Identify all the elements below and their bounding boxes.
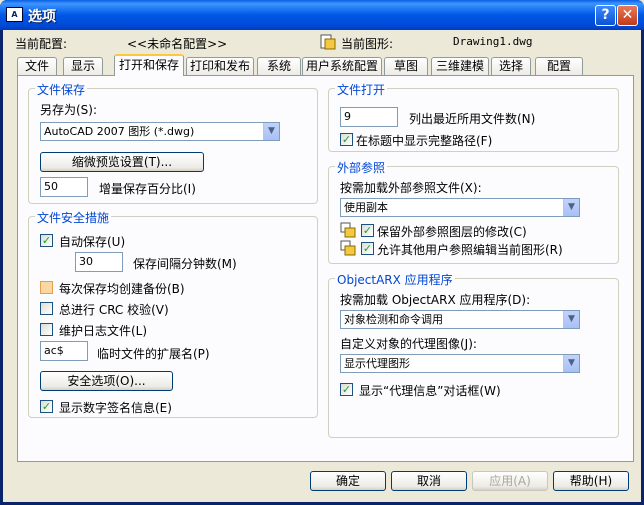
log-file-label: 维护日志文件(L) [59,324,148,338]
xref-edit-icon [340,240,356,256]
tab-profiles[interactable]: 配置 [535,57,583,75]
file-save-group: 文件保存 另存为(S): AutoCAD 2007 图形 (*.dwg) ▼ 缩… [28,81,318,204]
tab-system[interactable]: 系统 [257,57,301,75]
temp-extension-input[interactable]: ac$ [40,341,88,361]
security-options-button[interactable]: 安全选项(O)... [40,371,173,391]
file-open-title: 文件打开 [335,81,388,98]
tab-files[interactable]: 文件 [17,57,57,75]
drawing-icon [320,34,336,50]
full-path-label: 在标题中显示完整路径(F) [356,134,493,148]
current-drawing-value: Drawing1.dwg [453,35,533,48]
current-profile-value: <<未命名配置>> [127,37,228,51]
file-safety-title: 文件安全措施 [35,209,112,226]
save-as-select[interactable]: AutoCAD 2007 图形 (*.dwg) ▼ [40,122,280,141]
proxy-image-label: 自定义对象的代理图像(J): [340,337,477,351]
save-as-value: AutoCAD 2007 图形 (*.dwg) [44,125,195,138]
autosave-checkbox[interactable]: ✓ [40,234,53,247]
tab-drafting[interactable]: 草图 [384,57,428,75]
tab-3d-modeling[interactable]: 三维建模 [431,57,489,75]
window-title: 选项 [28,9,56,25]
objectarx-title: ObjectARX 应用程序 [335,271,455,288]
chevron-down-icon[interactable]: ▼ [563,311,579,328]
current-drawing-label: 当前图形: [341,37,394,51]
crc-label: 总进行 CRC 校验(V) [59,303,169,317]
title-bar[interactable]: A 选项 ? ✕ [0,0,644,30]
dialog-client: 当前配置: <<未命名配置>> 当前图形: Drawing1.dwg 文件 显示… [3,30,641,502]
full-path-checkbox[interactable]: ✓ [340,133,353,146]
retain-xref-changes-checkbox[interactable]: ✓ [361,224,374,237]
chevron-down-icon[interactable]: ▼ [563,199,579,216]
tab-plot-and-publish[interactable]: 打印和发布 [186,57,254,75]
xref-layer-icon [340,222,356,238]
tab-user-preferences[interactable]: 用户系统配置 [302,57,382,75]
objectarx-group: ObjectARX 应用程序 按需加载 ObjectARX 应用程序(D): 对… [328,271,619,438]
proxy-dialog-label: 显示“代理信息”对话框(W) [359,384,501,398]
arx-demand-select[interactable]: 对象检测和命令调用 ▼ [340,310,580,329]
backup-label: 每次保存均创建备份(B) [59,282,185,296]
chevron-down-icon[interactable]: ▼ [563,355,579,372]
save-interval-label: 保存间隔分钟数(M) [133,257,237,271]
allow-xref-edit-checkbox[interactable]: ✓ [361,242,374,255]
thumbnail-settings-button[interactable]: 缩微预览设置(T)... [40,152,204,172]
recent-files-label: 列出最近所用文件数(N) [409,112,536,126]
tab-display[interactable]: 显示 [63,57,103,75]
options-dialog: A 选项 ? ✕ 当前配置: <<未命名配置>> 当前图形: Drawing1.… [0,0,644,505]
autocad-app-icon: A [6,7,23,22]
cancel-button[interactable]: 取消 [391,471,467,491]
file-open-group: 文件打开 9 列出最近所用文件数(N) ✓ 在标题中显示完整路径(F) [328,81,619,152]
help-icon[interactable]: ? [595,5,616,26]
ok-button[interactable]: 确定 [310,471,386,491]
xref-demand-label: 按需加载外部参照文件(X): [340,181,482,195]
xref-demand-value: 使用副本 [344,201,388,214]
current-profile-label: 当前配置: [15,37,68,51]
digital-signature-checkbox[interactable]: ✓ [40,400,53,413]
digital-signature-label: 显示数字签名信息(E) [59,401,172,415]
crc-checkbox[interactable] [40,302,53,315]
xref-demand-select[interactable]: 使用副本 ▼ [340,198,580,217]
recent-files-input[interactable]: 9 [340,107,398,127]
file-safety-group: 文件安全措施 ✓ 自动保存(U) 30 保存间隔分钟数(M) 每次保存均创建备份… [28,209,318,418]
open-and-save-panel: 文件保存 另存为(S): AutoCAD 2007 图形 (*.dwg) ▼ 缩… [17,75,634,462]
proxy-image-value: 显示代理图形 [344,357,410,370]
incremental-save-label: 增量保存百分比(I) [99,182,196,196]
chevron-down-icon[interactable]: ▼ [263,123,279,140]
xref-title: 外部参照 [335,159,388,176]
tab-open-and-save[interactable]: 打开和保存 [114,54,184,76]
proxy-image-select[interactable]: 显示代理图形 ▼ [340,354,580,373]
arx-demand-label: 按需加载 ObjectARX 应用程序(D): [340,293,531,307]
help-button[interactable]: 帮助(H) [553,471,629,491]
incremental-save-input[interactable]: 50 [40,177,88,197]
proxy-dialog-checkbox[interactable]: ✓ [340,383,353,396]
tab-selection[interactable]: 选择 [491,57,531,75]
backup-checkbox[interactable] [40,281,53,294]
arx-demand-value: 对象检测和命令调用 [344,313,443,326]
allow-xref-edit-label: 允许其他用户参照编辑当前图形(R) [377,243,563,257]
xref-group: 外部参照 按需加载外部参照文件(X): 使用副本 ▼ ✓ 保留外部参照图层的修改… [328,159,619,264]
file-save-title: 文件保存 [35,81,88,98]
autosave-label: 自动保存(U) [59,235,126,249]
apply-button[interactable]: 应用(A) [472,471,548,491]
save-interval-input[interactable]: 30 [75,252,123,272]
log-file-checkbox[interactable] [40,323,53,336]
save-as-label: 另存为(S): [40,103,98,117]
temp-extension-label: 临时文件的扩展名(P) [97,347,210,361]
retain-xref-changes-label: 保留外部参照图层的修改(C) [377,225,527,239]
close-icon[interactable]: ✕ [617,5,638,26]
